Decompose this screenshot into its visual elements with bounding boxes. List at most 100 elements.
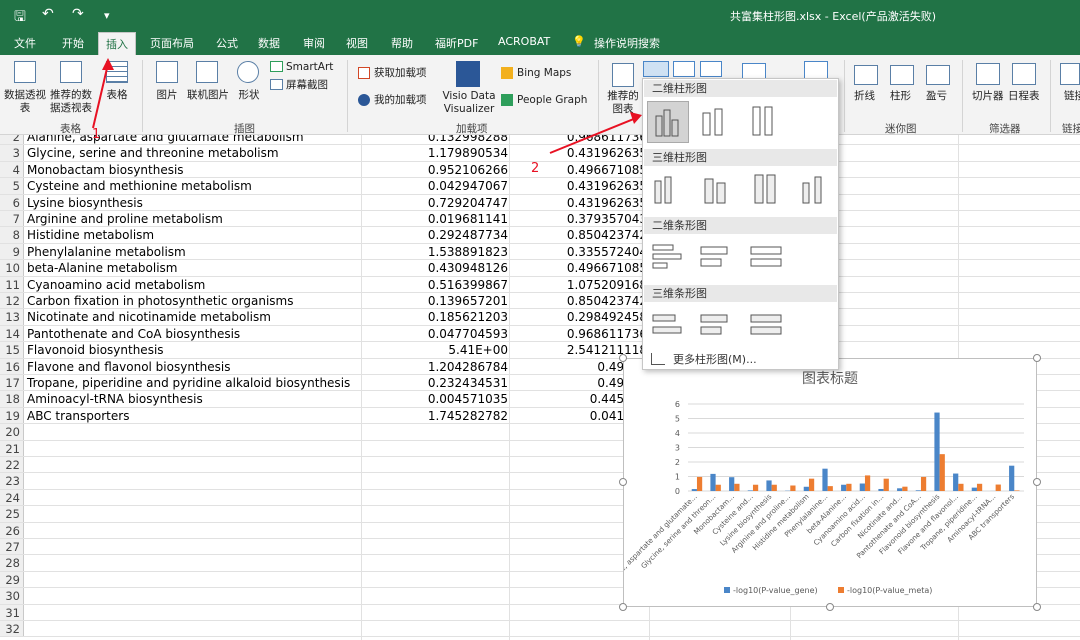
cell-pathway-name[interactable]: Lysine biosynthesis — [27, 195, 143, 211]
clustered-column-option[interactable] — [647, 101, 689, 143]
resize-handle[interactable] — [826, 603, 834, 611]
tell-me-search[interactable]: 操作说明搜索 — [594, 35, 660, 51]
table-row[interactable]: 14 Pantothenate and CoA biosynthesis 0.047… — [0, 325, 1080, 343]
resize-handle[interactable] — [619, 478, 627, 486]
shapes-button[interactable]: 形状 — [236, 89, 262, 102]
cell-pathway-name[interactable]: Alanine, aspartate and glutamate metabol… — [27, 135, 304, 145]
waterfall-chart-icon[interactable] — [700, 61, 722, 77]
bing-maps-button[interactable]: Bing Maps — [517, 67, 571, 80]
3d-clustered-column-option[interactable] — [647, 169, 689, 211]
tab-review[interactable]: 审阅 — [303, 35, 325, 51]
table-row[interactable]: 9 Phenylalanine metabolism 1.538891823 0.33… — [0, 243, 1080, 261]
table-button[interactable]: 表格 — [104, 89, 130, 102]
tab-acrobat[interactable]: ACROBAT — [498, 35, 550, 48]
cell-meta-value[interactable]: 0.431962635 — [512, 195, 647, 211]
cell-gene-value[interactable]: 0.292487734 — [362, 227, 508, 243]
cell-gene-value[interactable]: 1.179890534 — [362, 145, 508, 161]
people-graph-button[interactable]: People Graph — [517, 94, 587, 107]
table-row[interactable]: 7 Arginine and proline metabolism 0.019681… — [0, 211, 1080, 228]
cell-pathway-name[interactable]: Carbon fixation in photosynthetic organi… — [27, 293, 294, 309]
resize-handle[interactable] — [1033, 603, 1041, 611]
tab-help[interactable]: 帮助 — [391, 35, 413, 51]
cell-pathway-name[interactable]: Arginine and proline metabolism — [27, 211, 223, 227]
tab-insert[interactable]: 插入 — [98, 32, 136, 55]
table-row[interactable]: 32 — [0, 621, 1080, 638]
cell-meta-value[interactable]: 0.968611736 — [512, 135, 647, 145]
recommended-pivot-button[interactable]: 推荐的数据透视表 — [46, 89, 96, 115]
cell-meta-value[interactable]: 1.075209168 — [512, 277, 647, 293]
hierarchy-chart-icon[interactable] — [673, 61, 695, 77]
column-chart-dropdown[interactable] — [643, 61, 669, 77]
cell-meta-value[interactable]: 0.335572404 — [512, 244, 647, 260]
cell-pathway-name[interactable]: Nicotinate and nicotinamide metabolism — [27, 309, 271, 325]
cell-pathway-name[interactable]: beta-Alanine metabolism — [27, 260, 177, 276]
my-addins-button[interactable]: 我的加载项 — [374, 94, 427, 107]
cell-meta-value[interactable]: 0.431962635 — [512, 145, 647, 161]
cell-gene-value[interactable]: 0.004571035 — [362, 391, 508, 407]
cell-gene-value[interactable]: 0.139657201 — [362, 293, 508, 309]
cell-gene-value[interactable]: 0.047704593 — [362, 326, 508, 342]
tab-data[interactable]: 数据 — [258, 35, 280, 51]
cell-gene-value[interactable]: 0.729204747 — [362, 195, 508, 211]
3d-stacked-column-option[interactable] — [695, 169, 737, 211]
cell-meta-value[interactable]: 0.379357043 — [512, 211, 647, 227]
cell-gene-value[interactable]: 0.132998288 — [362, 135, 508, 145]
slicer-button[interactable]: 切片器 — [972, 90, 1004, 103]
3d-column-option[interactable] — [793, 169, 835, 211]
picture-button[interactable]: 图片 — [154, 89, 180, 102]
tab-file[interactable]: 文件 — [14, 35, 36, 51]
resize-handle[interactable] — [619, 603, 627, 611]
3d-100-stacked-bar-option[interactable] — [745, 305, 787, 347]
stacked-column-option[interactable] — [695, 101, 737, 143]
table-row[interactable]: 10 beta-Alanine metabolism 0.430948126 0.49… — [0, 260, 1080, 277]
embedded-chart[interactable]: 图表标题 0 1 2 3 4 5 6 Alanine, aspartate and glutam… — [602, 358, 1037, 607]
tab-foxit-pdf[interactable]: 福昕PDF — [435, 35, 478, 51]
get-addins-button[interactable]: 获取加载项 — [374, 67, 427, 80]
3d-clustered-bar-option[interactable] — [647, 305, 689, 347]
cell-gene-value[interactable]: 0.516399867 — [362, 277, 508, 293]
cell-pathway-name[interactable]: Flavonoid biosynthesis — [27, 342, 164, 358]
cell-gene-value[interactable]: 5.41E+00 — [362, 342, 508, 358]
customize-icon[interactable]: ▾ — [104, 9, 110, 22]
more-column-charts-link[interactable]: 更多柱形图(M)... — [673, 351, 757, 367]
redo-icon[interactable]: ↷ — [72, 6, 84, 22]
table-row[interactable]: 12 Carbon fixation in photosynthetic orga… — [0, 293, 1080, 310]
cell-pathway-name[interactable]: Flavone and flavonol biosynthesis — [27, 359, 230, 375]
recommended-charts-button[interactable]: 推荐的图表 — [604, 90, 642, 116]
cell-pathway-name[interactable]: Aminoacyl-tRNA biosynthesis — [27, 391, 203, 407]
3d-stacked-bar-option[interactable] — [695, 305, 737, 347]
tab-formulas[interactable]: 公式 — [216, 35, 238, 51]
visio-visualizer-button[interactable]: Visio Data Visualizer — [442, 90, 496, 116]
table-row[interactable]: 11 Cyanoamino acid metabolism 0.516399867 1… — [0, 276, 1080, 293]
cell-gene-value[interactable]: 1.538891823 — [362, 244, 508, 260]
tab-view[interactable]: 视图 — [346, 35, 368, 51]
smartart-button[interactable]: SmartArt — [286, 61, 333, 74]
resize-handle[interactable] — [1033, 478, 1041, 486]
table-row[interactable]: 13 Nicotinate and nicotinamide metabolism… — [0, 309, 1080, 326]
cell-meta-value[interactable]: 0.431962635 — [512, 178, 647, 194]
table-row[interactable]: 6 Lysine biosynthesis 0.729204747 0.4319626… — [0, 194, 1080, 211]
cell-pathway-name[interactable]: Glycine, serine and threonine metabolism — [27, 145, 279, 161]
100-stacked-column-option[interactable] — [745, 101, 787, 143]
cell-meta-value[interactable]: 0.850423742 — [512, 293, 647, 309]
undo-icon[interactable]: ↶ — [42, 6, 54, 22]
stacked-bar-option[interactable] — [695, 237, 737, 279]
table-row[interactable]: 3 Glycine, serine and threonine metabolis… — [0, 145, 1080, 162]
cell-pathway-name[interactable]: Cysteine and methionine metabolism — [27, 178, 252, 194]
link-button[interactable]: 链接 — [1064, 90, 1080, 103]
cell-gene-value[interactable]: 1.204286784 — [362, 359, 508, 375]
tab-home[interactable]: 开始 — [62, 35, 84, 51]
table-row[interactable]: 15 Flavonoid biosynthesis 5.41E+00 2.541211… — [0, 342, 1080, 359]
cell-meta-value[interactable]: 0.298492458 — [512, 309, 647, 325]
cell-pathway-name[interactable]: Tropane, piperidine and pyridine alkaloi… — [27, 375, 350, 391]
save-icon[interactable]: 🖫 — [14, 6, 26, 30]
cell-pathway-name[interactable]: Cyanoamino acid metabolism — [27, 277, 205, 293]
clustered-bar-option[interactable] — [647, 237, 689, 279]
cell-meta-value[interactable]: 0.968611736 — [512, 326, 647, 342]
sparkline-line-button[interactable]: 折线 — [854, 90, 875, 103]
cell-gene-value[interactable]: 0.232434531 — [362, 375, 508, 391]
cell-pathway-name[interactable]: ABC transporters — [27, 408, 129, 424]
table-row[interactable]: 4 Monobactam biosynthesis 0.952106266 0.496… — [0, 161, 1080, 179]
cell-pathway-name[interactable]: Monobactam biosynthesis — [27, 162, 184, 178]
timeline-button[interactable]: 日程表 — [1008, 90, 1040, 103]
